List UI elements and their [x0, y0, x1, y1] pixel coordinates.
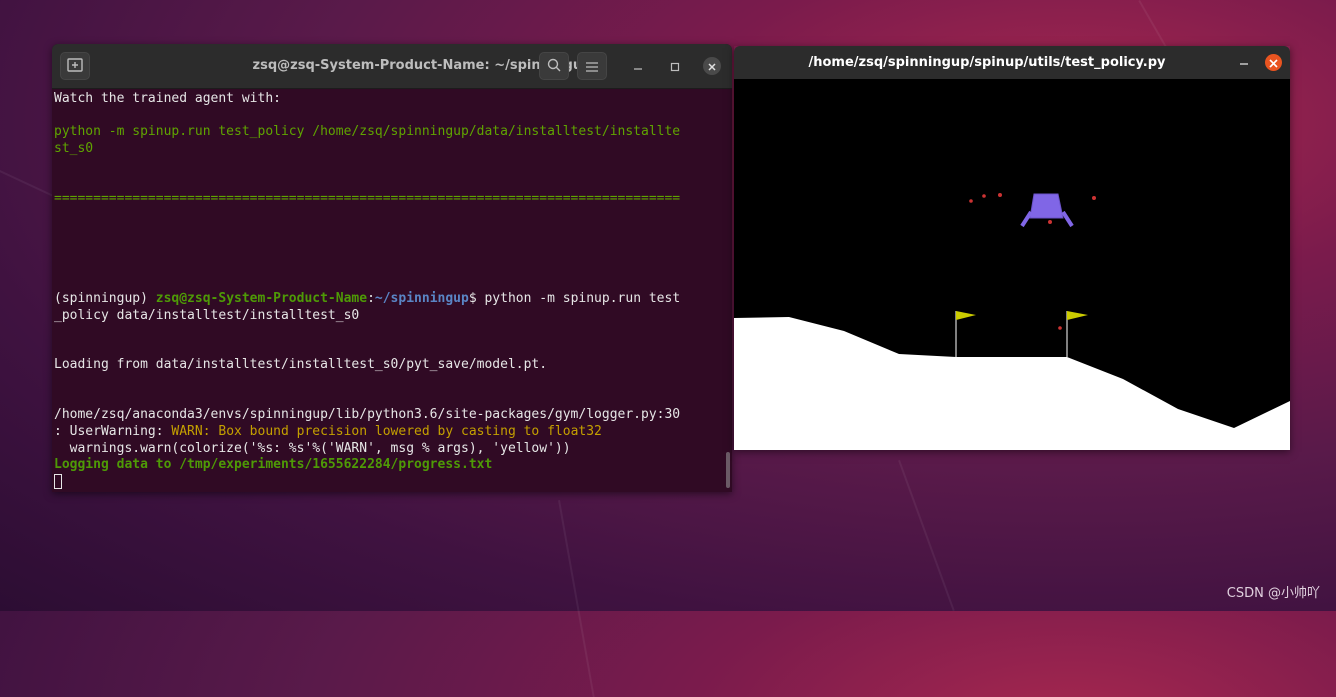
terminal-window[interactable]: zsq@zsq-System-Product-Name: ~/spinningu… [52, 44, 732, 492]
prompt-colon: : [367, 291, 375, 306]
close-icon [707, 57, 717, 76]
maximize-button[interactable] [666, 57, 684, 75]
exhaust-particle [982, 194, 986, 198]
wallpaper-line [898, 460, 955, 612]
lander-body [1029, 193, 1064, 219]
wallpaper-line [558, 500, 595, 697]
lunar-lander-canvas [734, 79, 1290, 450]
lunar-lander-scene [734, 79, 1290, 450]
prompt-command: $ python -m spinup.run test [468, 291, 681, 306]
output-line: st_s0 [54, 141, 94, 156]
hamburger-menu-icon [586, 57, 598, 76]
output-line: _policy data/installtest/installtest_s0 [54, 308, 360, 323]
output-line: python -m spinup.run test_policy /home/z… [54, 124, 681, 139]
text-cursor [54, 474, 62, 489]
warning-line: : UserWarning: WARN: Box bound precision… [54, 424, 602, 441]
minimize-button[interactable] [629, 57, 647, 75]
close-icon [1269, 53, 1278, 72]
exhaust-particle [998, 193, 1002, 197]
csdn-watermark: CSDN @小帅吖 [1226, 586, 1320, 601]
minimize-icon [633, 57, 643, 76]
exhaust-particle [969, 199, 973, 203]
terminal-titlebar[interactable]: zsq@zsq-System-Product-Name: ~/spinningu… [52, 44, 732, 89]
prompt-env: (spinningup) [54, 291, 156, 306]
render-close-button[interactable] [1265, 54, 1282, 71]
gym-render-window[interactable]: /home/zsq/spinningup/spinup/utils/test_p… [734, 46, 1290, 450]
output-line: /home/zsq/anaconda3/envs/spinningup/lib/… [54, 407, 681, 422]
search-icon [547, 57, 561, 76]
warning-prefix: : UserWarning: [54, 424, 172, 439]
menu-button[interactable] [577, 52, 607, 80]
prompt-line: (spinningup) zsq@zsq-System-Product-Name… [54, 291, 680, 308]
prompt-user: zsq@zsq-System-Product-Name [155, 291, 368, 306]
logging-line: Logging data to /tmp/experiments/1655622… [54, 457, 493, 472]
output-line: Loading from data/installtest/installtes… [54, 357, 548, 372]
warning-text: WARN: Box bound precision lowered by cas… [171, 424, 602, 439]
prompt-path: ~/spinningup [374, 291, 469, 306]
terminal-output[interactable]: Watch the trained agent with: python -m … [54, 89, 720, 492]
output-line: warnings.warn(colorize('%s: %s'%('WARN',… [54, 441, 571, 456]
exhaust-particle [1058, 326, 1062, 330]
render-titlebar[interactable]: /home/zsq/spinningup/spinup/utils/test_p… [734, 46, 1290, 79]
separator-line: ========================================… [54, 191, 681, 206]
close-button[interactable] [703, 57, 721, 75]
render-minimize-button[interactable] [1236, 54, 1252, 70]
exhaust-particle [1048, 220, 1052, 224]
output-line: Watch the trained agent with: [54, 91, 281, 106]
exhaust-particle [1092, 196, 1096, 200]
maximize-icon [670, 57, 680, 76]
scrollbar[interactable] [726, 452, 730, 488]
search-button[interactable] [539, 52, 569, 80]
minimize-icon [1239, 53, 1249, 72]
render-title: /home/zsq/spinningup/spinup/utils/test_p… [808, 55, 1166, 70]
